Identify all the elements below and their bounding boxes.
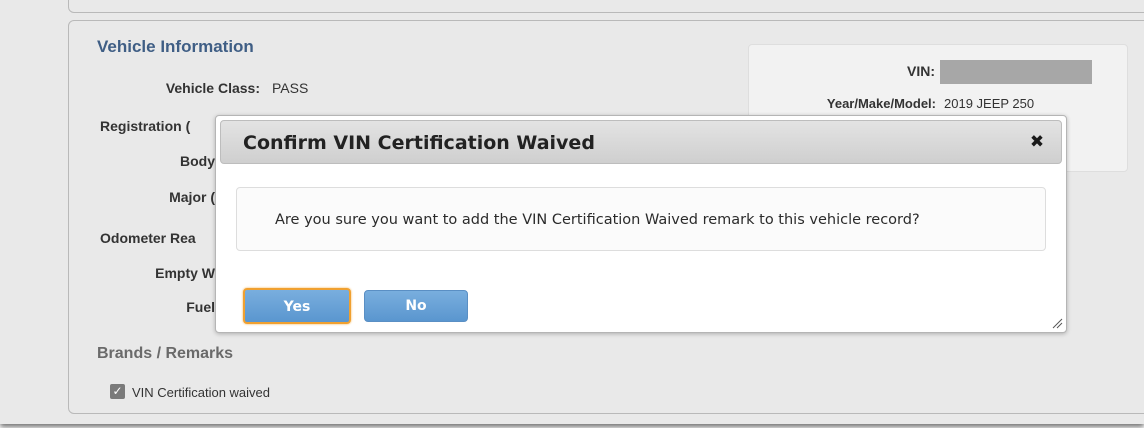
field-value-vehicle-class: PASS <box>272 80 309 96</box>
field-label-vehicle-class: Vehicle Class: <box>165 80 260 96</box>
field-label-registration: Registration ( <box>100 118 191 134</box>
page-background: Vehicle Information Vehicle Class: PASS … <box>0 0 1144 424</box>
previous-section-panel <box>68 0 1144 13</box>
confirm-dialog: Confirm VIN Certification Waived ✖ Are y… <box>215 115 1067 333</box>
section-title-brands-remarks: Brands / Remarks <box>97 345 234 362</box>
vin-certification-waived-checkbox[interactable]: ✓ <box>110 384 125 399</box>
vin-certification-waived-label: VIN Certification waived <box>132 385 270 400</box>
field-label-odometer: Odometer Rea <box>100 230 196 246</box>
vin-value-redacted <box>940 60 1092 84</box>
close-icon[interactable]: ✖ <box>1027 132 1047 152</box>
field-label-body: Body <box>180 153 215 169</box>
dialog-title: Confirm VIN Certification Waived <box>243 132 595 154</box>
section-title-vehicle-information: Vehicle Information <box>97 37 254 56</box>
year-make-model-label: Year/Make/Model: <box>826 96 936 111</box>
yes-button[interactable]: Yes <box>243 288 351 324</box>
no-button[interactable]: No <box>364 290 468 322</box>
dialog-message: Are you sure you want to add the VIN Cer… <box>275 212 920 228</box>
vin-label: VIN: <box>907 63 935 79</box>
dialog-header[interactable]: Confirm VIN Certification Waived ✖ <box>220 120 1062 164</box>
field-label-empty-weight: Empty W <box>155 265 215 281</box>
field-label-fuel: Fuel <box>186 299 215 315</box>
dialog-message-box: Are you sure you want to add the VIN Cer… <box>236 187 1046 251</box>
resize-grip-icon[interactable] <box>1051 317 1063 329</box>
field-label-major: Major ( <box>169 189 215 205</box>
year-make-model-value: 2019 JEEP 250 <box>944 96 1035 111</box>
